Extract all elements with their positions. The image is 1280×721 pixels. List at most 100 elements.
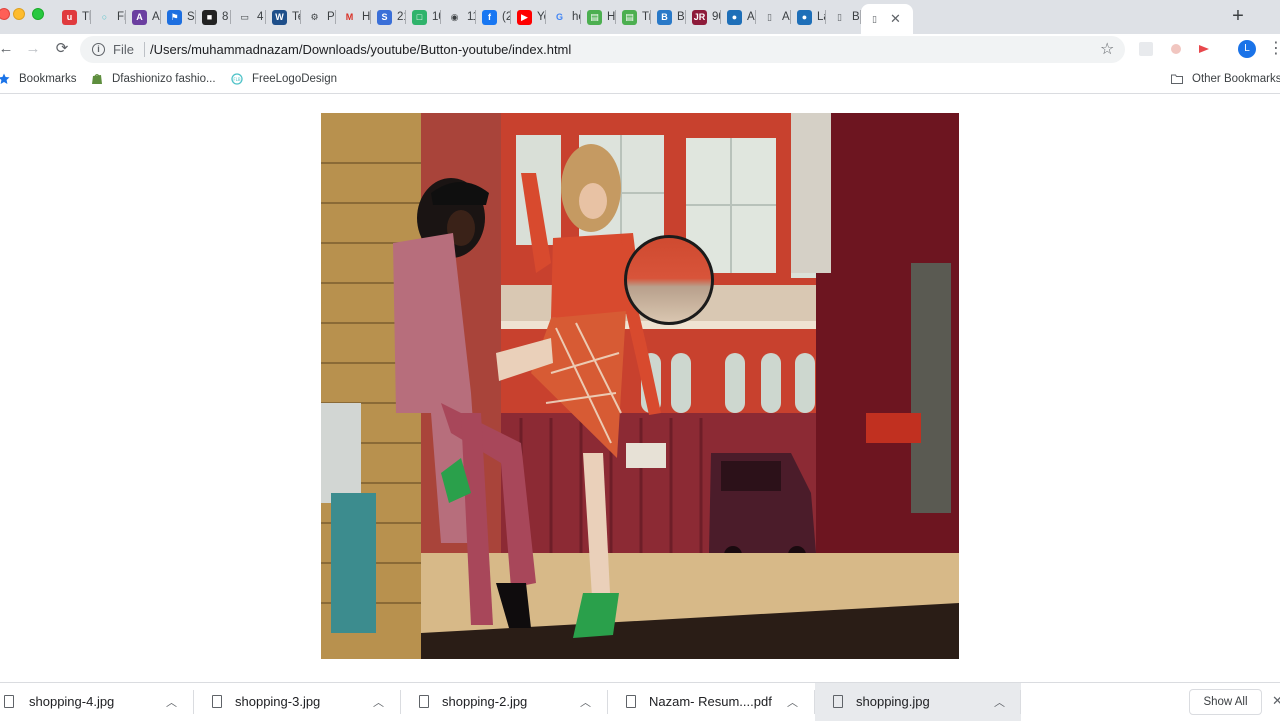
- close-tab-icon[interactable]: ✕: [890, 11, 901, 27]
- file-icon: [833, 695, 843, 708]
- forward-button[interactable]: →: [23, 39, 43, 59]
- fashion-photo[interactable]: [321, 113, 959, 659]
- browser-tab[interactable]: □ 10: [406, 0, 441, 34]
- download-filename: Nazam- Resum....pdf: [649, 694, 772, 709]
- new-tab-button[interactable]: +: [1228, 6, 1248, 26]
- download-item[interactable]: shopping-2.jpg ︿: [401, 683, 608, 721]
- bootstrap-icon: B: [657, 9, 672, 25]
- tab-title: Fre: [117, 11, 126, 23]
- show-all-button[interactable]: Show All: [1189, 689, 1262, 715]
- chevron-up-icon[interactable]: ︿: [166, 694, 177, 710]
- toolbar: ← → ⟳ i File /Users/muhammadnazam/Downlo…: [0, 34, 1280, 64]
- photo-illustration: [321, 113, 959, 659]
- extension-icon[interactable]: [1197, 42, 1211, 56]
- download-item[interactable]: Nazam- Resum....pdf ︿: [608, 683, 815, 721]
- s-circle-icon: S: [377, 9, 392, 25]
- browser-tab[interactable]: ■ 8 |: [196, 0, 231, 34]
- chevron-up-icon[interactable]: ︿: [787, 694, 798, 710]
- tab-title: Be: [852, 11, 861, 23]
- chevron-up-icon[interactable]: ︿: [373, 694, 384, 710]
- file-icon: [419, 695, 429, 708]
- browser-tab[interactable]: ● An: [721, 0, 756, 34]
- file-icon: [626, 695, 636, 708]
- browser-tab[interactable]: ▤ Ho: [581, 0, 616, 34]
- browser-tab[interactable]: ⚑ St: [161, 0, 196, 34]
- browser-tab[interactable]: B Bo: [651, 0, 686, 34]
- tab-title: 90: [712, 11, 721, 23]
- tab-title: Tr: [642, 11, 651, 23]
- bookmark-label: Other Bookmarks: [1192, 73, 1280, 85]
- blue-circle-icon: ●: [727, 9, 742, 25]
- minimize-window-button[interactable]: [13, 8, 25, 20]
- camera-icon: ◉: [450, 11, 459, 22]
- gear-logo-icon: ⚙: [310, 11, 319, 22]
- document-icon: ▯: [872, 13, 877, 24]
- green-chart-icon: ▤: [622, 9, 637, 25]
- flb-logo-icon: ○: [101, 12, 108, 22]
- chevron-up-icon[interactable]: ︿: [994, 694, 1005, 710]
- zoom-lens[interactable]: [624, 235, 714, 325]
- browser-tab[interactable]: ▶ Yo: [511, 0, 546, 34]
- file-icon: [4, 695, 14, 708]
- bookmark-item-dfashionizo[interactable]: Dfashionizo fashio...: [91, 70, 216, 88]
- url-text[interactable]: /Users/muhammadnazam/Downloads/youtube/B…: [150, 42, 571, 57]
- tabs: uTh○FreAAn⚑St■8 |▭4 |WTe⚙PoMHtS21□10◉11f…: [56, 0, 913, 34]
- bookmarks-bar: Bookmarks Dfashionizo fashio... FLB Free…: [0, 64, 1280, 94]
- extension-icon[interactable]: [1139, 42, 1153, 56]
- close-window-button[interactable]: [0, 8, 10, 20]
- tab-title: Te: [292, 11, 301, 23]
- maximize-window-button[interactable]: [32, 8, 44, 20]
- download-item[interactable]: shopping-4.jpg ︿: [0, 683, 194, 721]
- other-bookmarks-folder[interactable]: Other Bookmarks: [1171, 70, 1280, 88]
- tab-title: Bo: [677, 11, 686, 23]
- purple-brand-icon: A: [132, 9, 147, 25]
- tab-title: ho: [572, 11, 581, 23]
- browser-tab[interactable]: W Te: [266, 0, 301, 34]
- flb-logo-icon: FLB: [231, 73, 243, 85]
- browser-tab[interactable]: ◉ 11: [441, 0, 476, 34]
- scheme-label: File: [113, 42, 134, 57]
- browser-tab[interactable]: JR 90: [686, 0, 721, 34]
- laptop-icon: ▭: [240, 11, 249, 22]
- bookmark-label: Bookmarks: [19, 73, 77, 85]
- chevron-up-icon[interactable]: ︿: [580, 694, 591, 710]
- browser-tab[interactable]: f (2: [476, 0, 511, 34]
- browser-tab[interactable]: ● La: [791, 0, 826, 34]
- back-button[interactable]: ←: [0, 39, 16, 59]
- browser-tab[interactable]: ▤ Tr: [616, 0, 651, 34]
- browser-tab[interactable]: ⚙ Po: [301, 0, 336, 34]
- green-chart-icon: ▤: [587, 9, 602, 25]
- browser-tab[interactable]: Gho: [546, 0, 581, 34]
- flag-icon: ⚑: [167, 9, 182, 25]
- bookmark-label: Dfashionizo fashio...: [112, 73, 216, 85]
- facebook-icon: f: [482, 9, 497, 25]
- browser-tab[interactable]: ▯ An: [756, 0, 791, 34]
- menu-icon[interactable]: ⋮: [1268, 40, 1280, 58]
- jr-logo-icon: JR: [692, 9, 707, 25]
- omnibox-divider: [144, 42, 145, 57]
- u-logo-icon: u: [62, 9, 77, 25]
- folder-icon: [1171, 74, 1183, 84]
- close-icon[interactable]: ✕: [1272, 693, 1280, 709]
- info-icon[interactable]: i: [92, 43, 105, 56]
- browser-tab[interactable]: u Th: [56, 0, 91, 34]
- bookmark-item-bookmarks[interactable]: Bookmarks: [0, 70, 77, 88]
- active-tab[interactable]: ▯ ✕: [861, 4, 913, 34]
- reload-button[interactable]: ⟳: [52, 39, 72, 59]
- profile-avatar[interactable]: L: [1238, 40, 1256, 58]
- download-item[interactable]: shopping-3.jpg ︿: [194, 683, 401, 721]
- extension-icon[interactable]: [1169, 42, 1183, 56]
- download-item[interactable]: shopping.jpg ︿: [815, 683, 1021, 721]
- address-bar[interactable]: i File /Users/muhammadnazam/Downloads/yo…: [80, 36, 1125, 63]
- svg-text:FLB: FLB: [233, 77, 241, 82]
- w-logo-icon: W: [272, 9, 287, 25]
- browser-tab[interactable]: ▭ 4 |: [231, 0, 266, 34]
- browser-tab[interactable]: M Ht: [336, 0, 371, 34]
- browser-tab[interactable]: ▯ Be: [826, 0, 861, 34]
- bookmark-item-freelogodesign[interactable]: FLB FreeLogoDesign: [231, 70, 337, 88]
- browser-tab[interactable]: ○ Fre: [91, 0, 126, 34]
- bookmark-star-icon[interactable]: ☆: [1100, 39, 1114, 59]
- black-brand-icon: ■: [202, 9, 217, 25]
- browser-tab[interactable]: A An: [126, 0, 161, 34]
- browser-tab[interactable]: S 21: [371, 0, 406, 34]
